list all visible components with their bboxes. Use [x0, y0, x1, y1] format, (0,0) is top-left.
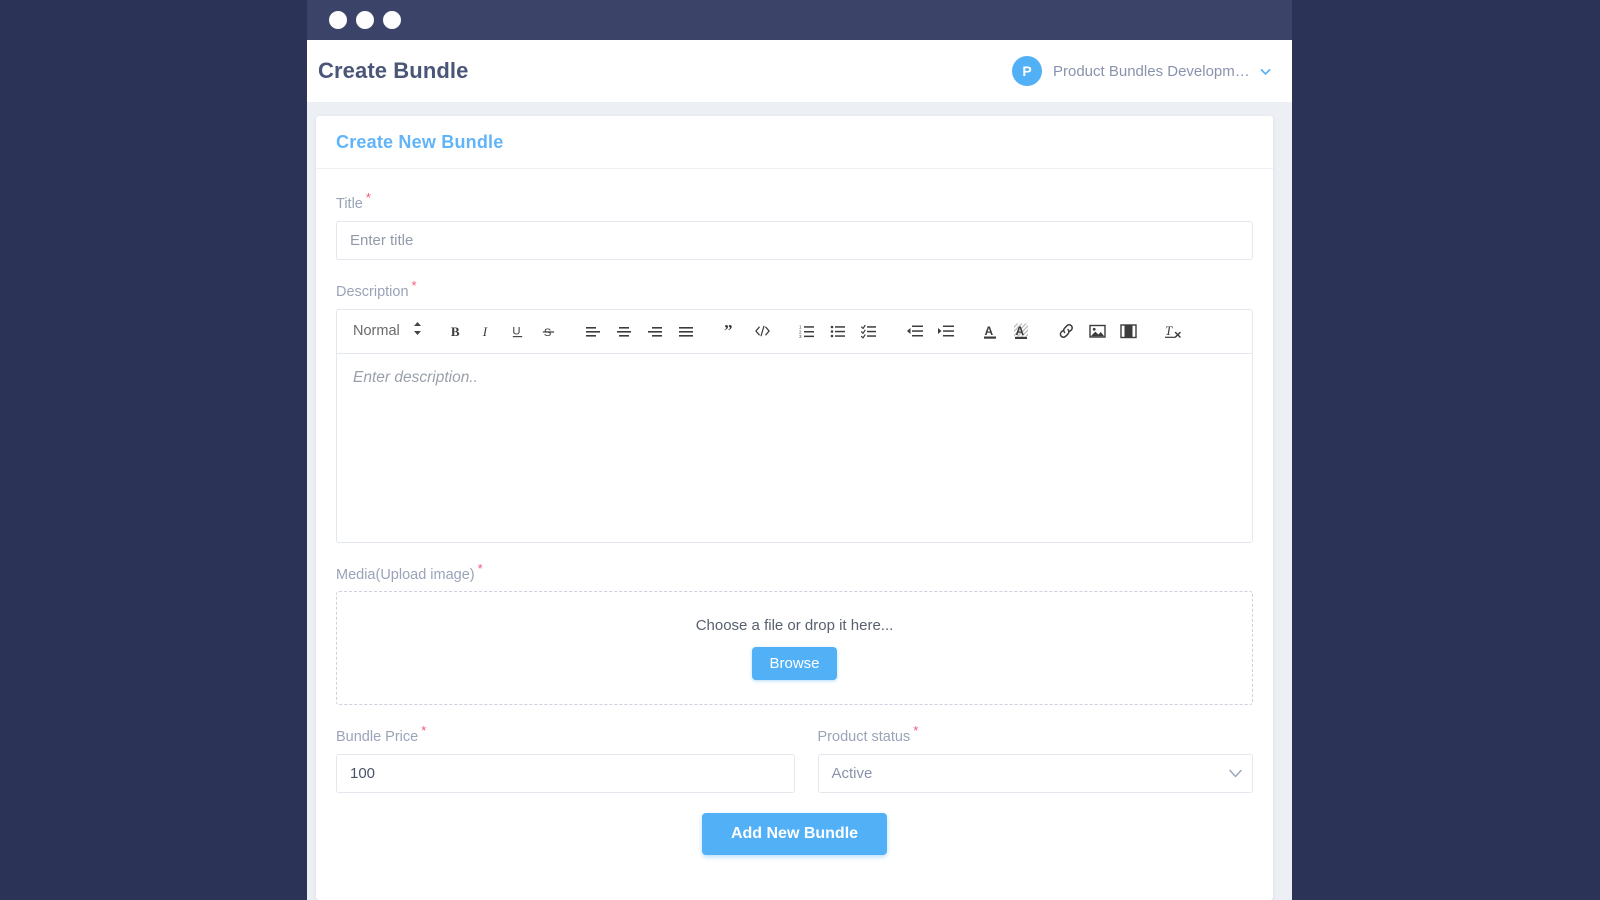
required-asterisk: * — [477, 560, 483, 576]
submit-row: Add New Bundle — [336, 813, 1253, 856]
indent-group — [901, 318, 959, 344]
title-label-text: Title — [336, 195, 363, 212]
svg-text:3: 3 — [799, 334, 802, 339]
video-icon[interactable] — [1115, 318, 1142, 344]
title-input[interactable] — [336, 220, 1253, 260]
page-header: Create Bundle P Product Bundles Developm… — [307, 40, 1292, 103]
block-group: ” — [718, 318, 776, 344]
background-color-icon[interactable]: A — [1008, 318, 1035, 344]
price-input[interactable] — [336, 754, 795, 794]
page-title: Create Bundle — [318, 58, 469, 83]
svg-text:U: U — [512, 325, 520, 337]
status-label: Product status * — [818, 723, 1254, 745]
page-content: Create New Bundle Title* Description* — [307, 103, 1292, 900]
required-asterisk: * — [421, 723, 427, 739]
format-select[interactable]: Normal — [351, 321, 422, 341]
align-right-icon[interactable] — [642, 318, 669, 344]
editor-toolbar: Normal B I U S ” 1 2 3 A A T — [337, 310, 1252, 354]
updown-arrows-icon — [413, 321, 422, 341]
svg-text:S: S — [544, 327, 552, 339]
check-list-icon[interactable] — [856, 318, 883, 344]
window-dot-3[interactable] — [383, 11, 401, 29]
account-menu[interactable]: P Product Bundles Developm… — [1012, 56, 1272, 86]
status-select[interactable]: Active — [817, 754, 1253, 794]
required-asterisk: * — [913, 723, 919, 739]
status-select-wrap: Active — [817, 754, 1253, 794]
description-field-group: Description * Normal B I U S ” 1 2 3 A A… — [336, 278, 1253, 543]
code-block-icon[interactable] — [749, 318, 776, 344]
status-label-text: Product status — [817, 729, 911, 746]
format-select-label: Normal — [353, 323, 400, 340]
align-justify-icon[interactable] — [673, 318, 700, 344]
svg-text:A: A — [985, 324, 994, 338]
media-label-text: Media(Upload image) — [336, 566, 475, 583]
price-label-text: Bundle Price — [336, 729, 419, 746]
media-field-group: Media(Upload image) * Choose a file or dr… — [336, 561, 1253, 706]
color-group: A A — [977, 318, 1035, 344]
file-dropzone[interactable]: Choose a file or drop it here... Browse — [336, 591, 1253, 706]
add-new-bundle-button[interactable]: Add New Bundle — [701, 813, 888, 856]
svg-text:A: A — [1016, 324, 1025, 338]
svg-text:B: B — [451, 324, 460, 339]
title-field-group: Title * — [336, 190, 1253, 260]
card-header: Create New Bundle — [316, 116, 1273, 169]
window-dot-2[interactable] — [356, 11, 374, 29]
status-select-value: Active — [831, 765, 873, 783]
text-color-icon[interactable]: A — [977, 318, 1004, 344]
clear-formatting-icon[interactable]: T — [1160, 318, 1187, 344]
rich-text-editor: Normal B I U S ” 1 2 3 A A T Enter descr… — [336, 308, 1253, 543]
blockquote-icon[interactable]: ” — [718, 318, 745, 344]
screen: Create Bundle P Product Bundles Developm… — [0, 0, 1600, 900]
outdent-icon[interactable] — [901, 318, 928, 344]
app-window: Create Bundle P Product Bundles Developm… — [307, 0, 1292, 900]
svg-text:I: I — [481, 324, 487, 339]
description-label: Description * — [336, 278, 1253, 300]
account-name: Product Bundles Developm… — [1053, 62, 1248, 80]
bold-icon[interactable]: B — [442, 318, 469, 344]
price-status-row: Bundle Price* Product status* Active — [336, 723, 1254, 794]
ordered-list-icon[interactable]: 123 — [794, 318, 821, 344]
description-placeholder: Enter description.. — [353, 368, 478, 386]
required-asterisk: * — [365, 190, 371, 205]
image-icon[interactable] — [1084, 318, 1111, 344]
svg-text:”: ” — [724, 323, 733, 339]
media-label: Media(Upload image) * — [336, 561, 1253, 583]
description-editor-area[interactable]: Enter description.. — [337, 354, 1252, 542]
price-label: Bundle Price * — [336, 723, 795, 745]
indent-icon[interactable] — [932, 318, 959, 344]
price-field-group: Bundle Price * — [336, 723, 795, 794]
align-left-icon[interactable] — [580, 318, 607, 344]
clear-group: T — [1160, 318, 1187, 344]
create-bundle-card: Create New Bundle Title* Description* — [316, 116, 1273, 900]
window-titlebar — [307, 0, 1292, 40]
alignment-group — [580, 318, 700, 344]
required-asterisk: * — [411, 277, 417, 293]
italic-icon[interactable]: I — [473, 318, 500, 344]
browse-button[interactable]: Browse — [752, 646, 837, 680]
avatar: P — [1012, 56, 1042, 86]
status-field-group: Product status * Active — [795, 723, 1254, 794]
strikethrough-icon[interactable]: S — [535, 318, 562, 344]
dropzone-text: Choose a file or drop it here... — [695, 616, 894, 634]
card-body: Title* Description* Normal — [316, 169, 1273, 856]
title-label: Title * — [336, 190, 1253, 212]
align-center-icon[interactable] — [611, 318, 638, 344]
bullet-list-icon[interactable] — [825, 318, 852, 344]
svg-text:T: T — [1165, 323, 1173, 338]
link-icon[interactable] — [1053, 318, 1080, 344]
list-group: 123 — [794, 318, 883, 344]
insert-group — [1053, 318, 1142, 344]
text-style-group: B I U S — [442, 318, 562, 344]
chevron-down-icon[interactable] — [1259, 65, 1272, 78]
underline-icon[interactable]: U — [504, 318, 531, 344]
window-dot-1[interactable] — [329, 11, 347, 29]
card-title: Create New Bundle — [336, 132, 504, 152]
description-label-text: Description — [336, 283, 409, 300]
